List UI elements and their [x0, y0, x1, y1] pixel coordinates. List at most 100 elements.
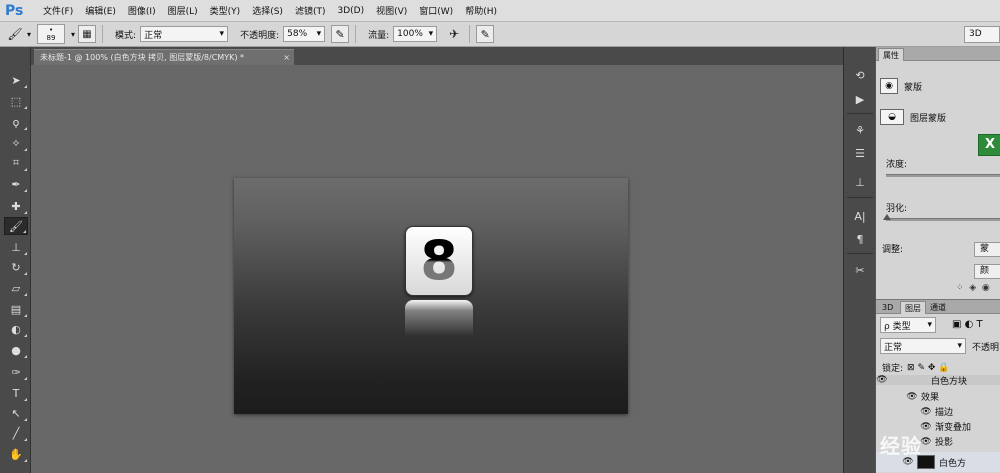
menu-layer[interactable]: 图层(L) — [162, 4, 204, 17]
stamp-panel-icon[interactable]: ⊥ — [850, 174, 870, 190]
menu-image[interactable]: 图像(I) — [122, 4, 162, 17]
airbrush-icon[interactable]: ✈ — [445, 25, 463, 43]
opacity-field[interactable]: 58% ▾ — [283, 26, 326, 42]
eye-icon[interactable]: 👁 — [920, 407, 932, 417]
layer-mask-row[interactable]: ◒ 图层蒙版 — [880, 109, 946, 125]
type-tool-icon[interactable]: T — [4, 384, 28, 402]
layer-filter-select[interactable]: ρ 类型 ▾ — [880, 317, 936, 333]
divider — [847, 113, 873, 114]
pressure-opacity-icon[interactable]: ✎ — [331, 25, 350, 43]
menu-filter[interactable]: 滤镜(T) — [289, 4, 332, 17]
layer-filter-icons[interactable]: ▣ ◐ T — [952, 319, 983, 330]
adjust-label: 调整: — [882, 245, 904, 255]
document-tab-bar: 未标题-1 @ 100% (白色方块 拷贝, 图层蒙版/8/CMYK) * × — [31, 47, 843, 65]
marquee-tool-icon[interactable]: ⬚ — [4, 92, 28, 110]
options-bar: 🖌 ▾ • 89 ▾ ▦ 模式: 正常 ▾ 不透明度: 58% ▾ ✎ 流量: … — [0, 22, 1000, 47]
divider — [847, 253, 873, 254]
eyedropper-tool-icon[interactable]: ✒ — [4, 175, 28, 193]
blend-mode-select[interactable]: 正常 ▾ — [880, 338, 966, 354]
history-icon[interactable]: ⟲ — [850, 67, 870, 83]
tile-reflection — [405, 300, 473, 336]
color-range-button[interactable]: 颜 — [974, 264, 1000, 279]
tab-layers[interactable]: 图层 — [900, 301, 926, 314]
flow-field[interactable]: 100% ▾ — [393, 26, 438, 42]
crop-tool-icon[interactable]: ⌗ — [4, 154, 28, 172]
brush-panel-icon[interactable]: ▦ — [78, 25, 97, 43]
brush-tool-icon[interactable]: 🖌 — [6, 25, 24, 43]
right-panel: 属性 ◉ 蒙版 ◒ 图层蒙版 X 浓度: 羽化: 调整: 蒙 颜 ⁘ ◈ ◉ 3… — [875, 47, 1000, 473]
stamp-tool-icon[interactable]: ⊥ — [4, 238, 28, 256]
line-tool-icon[interactable]: ╱ — [4, 424, 28, 442]
layer-opacity-label: 不透明 — [972, 343, 1000, 353]
workspace-switcher[interactable]: 3D — [964, 26, 1000, 43]
quick-select-tool-icon[interactable]: ✧ — [4, 134, 28, 152]
path-select-tool-icon[interactable]: ↖ — [4, 404, 28, 422]
canvas-area[interactable]: 8 — [31, 65, 843, 473]
menu-file[interactable]: 文件(F) — [37, 4, 79, 17]
layer-filter-value: ρ 类型 — [884, 321, 911, 332]
menu-select[interactable]: 选择(S) — [246, 4, 289, 17]
menu-3d[interactable]: 3D(D) — [331, 6, 370, 16]
menu-edit[interactable]: 编辑(E) — [79, 4, 122, 17]
gradient-tool-icon[interactable]: ▤ — [4, 300, 28, 318]
document-canvas[interactable]: 8 — [234, 178, 628, 414]
tab-channels[interactable]: 通道 — [926, 301, 950, 314]
pressure-size-icon[interactable]: ✎ — [476, 25, 495, 43]
close-icon[interactable]: × — [283, 50, 290, 66]
layer-name: 渐变叠加 — [935, 423, 972, 433]
document-tab[interactable]: 未标题-1 @ 100% (白色方块 拷贝, 图层蒙版/8/CMYK) * × — [34, 49, 294, 65]
chevron-down-icon: ▾ — [316, 29, 322, 39]
menu-help[interactable]: 帮助(H) — [459, 4, 503, 17]
mode-label: 模式: — [115, 30, 137, 41]
healing-brush-tool-icon[interactable]: ✚ — [4, 197, 28, 215]
paragraph-icon[interactable]: ¶ — [850, 231, 870, 247]
menu-view[interactable]: 视图(V) — [370, 4, 413, 17]
adjustments-icon[interactable]: ⚘ — [850, 122, 870, 138]
white-tile[interactable]: 8 — [405, 226, 473, 296]
layer-row[interactable]: 👁 描边 — [876, 404, 1000, 419]
mask-actions-icons[interactable]: ⁘ ◈ ◉ — [956, 283, 990, 293]
watermark: 经验 — [880, 434, 922, 458]
blur-tool-icon[interactable]: ◐ — [4, 320, 28, 338]
menu-window[interactable]: 窗口(W) — [413, 4, 459, 17]
feather-slider[interactable] — [886, 218, 1000, 221]
brush-tool-icon[interactable]: 🖌 — [4, 217, 28, 235]
layer-mask-thumbnail: ◒ — [880, 109, 904, 125]
layer-row[interactable]: 👁 白色方块 — [876, 375, 1000, 385]
hand-tool-icon[interactable]: ✋ — [4, 445, 28, 463]
document-tab-title: 未标题-1 @ 100% (白色方块 拷贝, 图层蒙版/8/CMYK) * — [40, 53, 244, 62]
history-brush-tool-icon[interactable]: ↻ — [4, 258, 28, 276]
chevron-down-icon[interactable]: ▾ — [27, 30, 31, 39]
eye-icon[interactable]: 👁 — [876, 375, 888, 385]
mode-select[interactable]: 正常 ▾ — [140, 26, 229, 42]
pen-tool-icon[interactable]: ✑ — [4, 363, 28, 381]
layer-name: 描边 — [935, 408, 954, 418]
dodge-tool-icon[interactable]: ● — [4, 341, 28, 359]
mask-icon: ◉ — [880, 78, 898, 94]
feather-label: 羽化: — [886, 204, 908, 214]
divider — [355, 25, 357, 43]
lock-row: 锁定: ⊠ ✎ ✥ 🔒 — [882, 361, 949, 375]
photoshop-logo: Ps — [5, 2, 24, 19]
lock-label: 锁定: — [882, 364, 904, 374]
brush-preset-picker[interactable]: • 89 — [37, 24, 66, 44]
feather-slider-knob[interactable] — [883, 214, 891, 220]
move-tool-icon[interactable]: ➤ — [4, 71, 28, 89]
toolbox: ➤ ⬚ ϙ ✧ ⌗ ✒ ✚ 🖌 ⊥ ↻ ▱ ▤ ◐ ● ✑ T ↖ ╱ ✋ — [0, 47, 31, 473]
tool-presets-icon[interactable]: ✂ — [850, 262, 870, 278]
density-slider[interactable] — [886, 174, 1000, 177]
eraser-tool-icon[interactable]: ▱ — [4, 279, 28, 297]
brush-size-value: 89 — [46, 34, 56, 42]
lock-icons[interactable]: ⊠ ✎ ✥ 🔒 — [907, 363, 949, 373]
menu-type[interactable]: 类型(Y) — [204, 4, 247, 17]
sliders-icon[interactable]: ☰ — [850, 145, 870, 161]
layer-row[interactable]: 👁 效果 — [876, 389, 1000, 404]
mask-edge-button[interactable]: 蒙 — [974, 242, 1000, 257]
character-icon[interactable]: A| — [850, 208, 870, 224]
lasso-tool-icon[interactable]: ϙ — [4, 113, 28, 131]
actions-icon[interactable]: ▶ — [850, 91, 870, 107]
chevron-down-icon[interactable]: ▾ — [71, 30, 75, 39]
tab-properties[interactable]: 属性 — [878, 48, 904, 61]
eye-icon[interactable]: 👁 — [906, 392, 918, 402]
tab-3d[interactable]: 3D — [878, 301, 897, 314]
